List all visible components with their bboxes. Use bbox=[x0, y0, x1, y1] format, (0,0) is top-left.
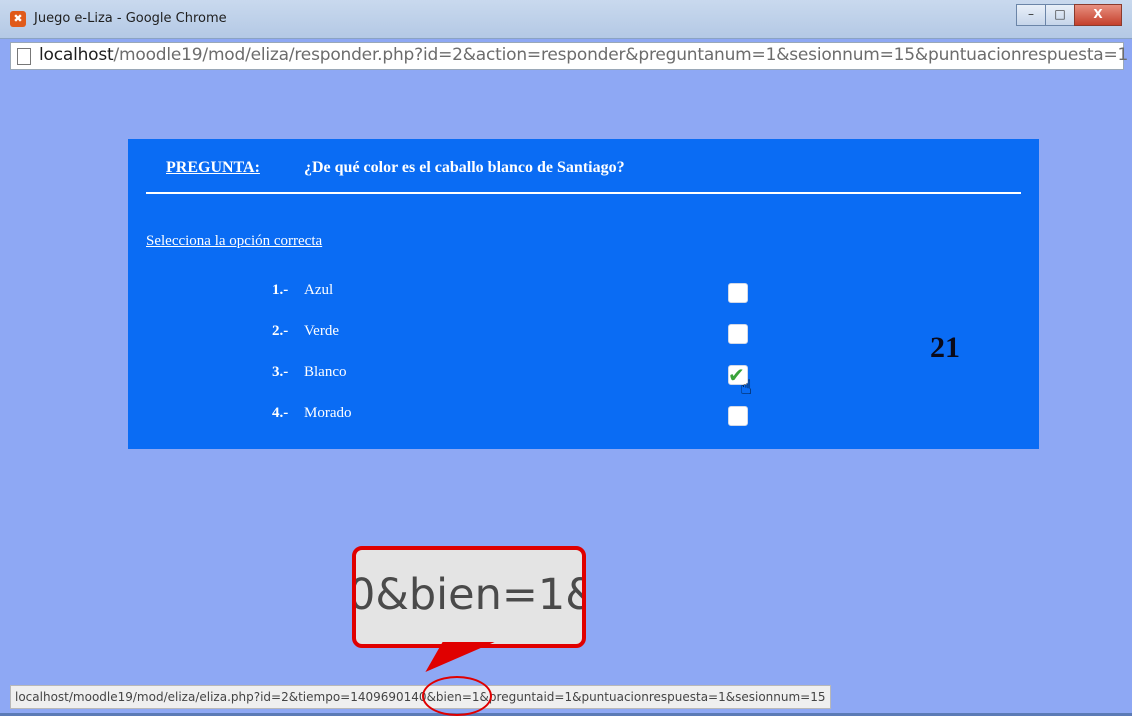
option-2: 2.- Verde bbox=[272, 323, 339, 340]
url-text[interactable]: localhost/moodle19/mod/eliza/responder.p… bbox=[39, 45, 1128, 65]
option-label: Verde bbox=[304, 323, 339, 339]
highlight-ellipse bbox=[422, 676, 492, 716]
option-number: 1.- bbox=[272, 282, 289, 298]
option-number: 4.- bbox=[272, 405, 289, 421]
page-icon bbox=[17, 48, 31, 65]
option-label: Blanco bbox=[304, 364, 347, 380]
address-bar[interactable]: localhost/moodle19/mod/eliza/responder.p… bbox=[10, 42, 1128, 70]
option-number: 2.- bbox=[272, 323, 289, 339]
option-number: 3.- bbox=[272, 364, 289, 380]
page-viewport: PREGUNTA: ¿De qué color es el caballo bl… bbox=[10, 70, 1122, 716]
option-3: 3.- Blanco bbox=[272, 364, 347, 381]
status-bar: localhost/moodle19/mod/eliza/eliza.php?i… bbox=[10, 685, 831, 709]
option-4: 4.- Morado bbox=[272, 405, 352, 422]
url-path: /moodle19/mod/eliza/responder.php?id=2&a… bbox=[113, 45, 1129, 65]
option-1-checkbox[interactable] bbox=[728, 283, 748, 303]
question-text: ¿De qué color es el caballo blanco de Sa… bbox=[304, 159, 625, 176]
url-host: localhost bbox=[39, 45, 114, 65]
score-display: 21 bbox=[930, 331, 960, 364]
maximize-button[interactable]: □ bbox=[1045, 4, 1075, 26]
instruction-text: Selecciona la opción correcta bbox=[146, 233, 323, 249]
close-button[interactable]: X bbox=[1074, 4, 1122, 26]
minimize-button[interactable]: – bbox=[1016, 4, 1046, 26]
browser-window: ✖ Juego e-Liza - Google Chrome – □ X loc… bbox=[0, 0, 1132, 716]
option-4-checkbox[interactable] bbox=[728, 406, 748, 426]
option-1: 1.- Azul bbox=[272, 282, 333, 299]
zoom-callout-text: 0&bien=1& bbox=[352, 570, 586, 620]
window-controls: – □ X bbox=[1016, 4, 1122, 26]
option-2-checkbox[interactable] bbox=[728, 324, 748, 344]
option-label: Azul bbox=[304, 282, 334, 298]
title-bar: ✖ Juego e-Liza - Google Chrome – □ X bbox=[0, 0, 1132, 39]
divider bbox=[146, 192, 1021, 194]
zoom-callout: 0&bien=1& bbox=[352, 546, 586, 648]
option-label: Morado bbox=[304, 405, 352, 421]
app-icon: ✖ bbox=[10, 11, 26, 27]
window-title: Juego e-Liza - Google Chrome bbox=[34, 11, 227, 26]
hand-cursor-icon: ☝ bbox=[740, 375, 753, 399]
question-panel: PREGUNTA: ¿De qué color es el caballo bl… bbox=[128, 139, 1039, 449]
question-label: PREGUNTA: bbox=[166, 159, 260, 176]
